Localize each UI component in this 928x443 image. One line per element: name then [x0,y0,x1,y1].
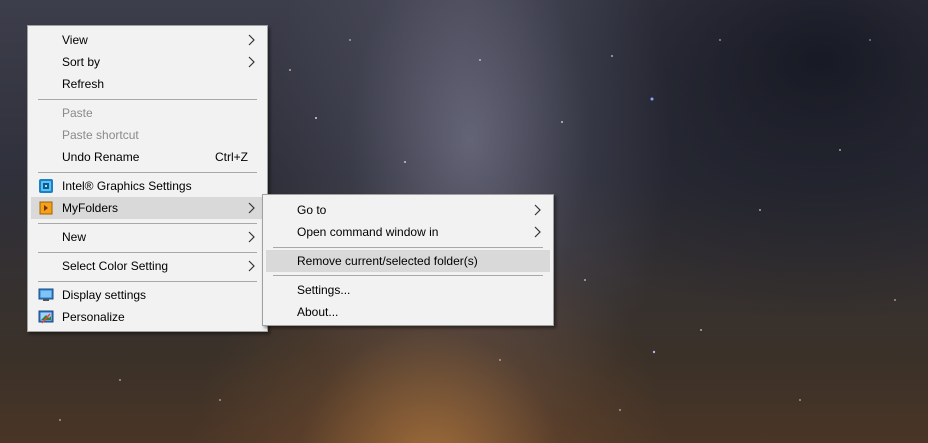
submenu-item-settings-label: Settings... [297,283,351,297]
chevron-right-icon [534,226,541,238]
submenu-item-settings[interactable]: Settings... [266,279,550,301]
menu-item-display-settings-label: Display settings [62,288,147,302]
chevron-right-icon [248,260,255,272]
submenu-item-open-command-window-label: Open command window in [297,225,439,239]
myfolders-submenu: Go to Open command window in Remove curr… [262,194,554,326]
chevron-right-icon [248,202,255,214]
chevron-right-icon [248,34,255,46]
menu-item-undo-rename[interactable]: Undo Rename Ctrl+Z [31,146,264,168]
menu-item-display-settings[interactable]: Display settings [31,284,264,306]
submenu-item-go-to[interactable]: Go to [266,199,550,221]
menu-item-undo-rename-label: Undo Rename [62,150,140,164]
display-settings-icon [38,288,54,301]
chevron-right-icon [534,204,541,216]
chevron-right-icon [248,56,255,68]
menu-item-myfolders-label: MyFolders [62,201,119,215]
menu-item-paste-label: Paste [62,106,93,120]
menu-item-paste-shortcut[interactable]: Paste shortcut [31,124,264,146]
menu-item-view-label: View [62,33,88,47]
menu-separator [38,223,257,224]
desktop-background[interactable]: View Sort by Refresh Paste Paste shortcu… [0,0,928,443]
myfolders-icon [39,201,53,215]
menu-item-refresh[interactable]: Refresh [31,73,264,95]
submenu-item-go-to-label: Go to [297,203,327,217]
desktop-context-menu: View Sort by Refresh Paste Paste shortcu… [27,25,268,332]
submenu-item-about[interactable]: About... [266,301,550,323]
menu-item-new[interactable]: New [31,226,264,248]
submenu-item-about-label: About... [297,305,339,319]
menu-item-select-color-setting[interactable]: Select Color Setting [31,255,264,277]
menu-item-personalize-label: Personalize [62,310,125,324]
menu-separator [38,172,257,173]
menu-separator [273,247,543,248]
menu-item-refresh-label: Refresh [62,77,105,91]
menu-separator [273,275,543,276]
menu-item-sort-by-label: Sort by [62,55,101,69]
personalize-icon [38,310,54,324]
chevron-right-icon [248,231,255,243]
menu-item-myfolders[interactable]: MyFolders [31,197,264,219]
menu-item-select-color-setting-label: Select Color Setting [62,259,169,273]
submenu-item-remove-folder[interactable]: Remove current/selected folder(s) [266,250,550,272]
menu-item-sort-by[interactable]: Sort by [31,51,264,73]
menu-item-view[interactable]: View [31,29,264,51]
menu-item-paste[interactable]: Paste [31,102,264,124]
menu-item-intel-graphics[interactable]: Intel® Graphics Settings [31,175,264,197]
menu-item-new-label: New [62,230,87,244]
menu-item-intel-graphics-label: Intel® Graphics Settings [62,179,192,193]
menu-separator [38,99,257,100]
undo-shortcut-key: Ctrl+Z [215,150,248,164]
menu-separator [38,281,257,282]
menu-item-paste-shortcut-label: Paste shortcut [62,128,139,142]
menu-separator [38,252,257,253]
menu-item-personalize[interactable]: Personalize [31,306,264,328]
intel-graphics-icon [39,179,53,193]
submenu-item-remove-folder-label: Remove current/selected folder(s) [297,254,478,268]
submenu-item-open-command-window[interactable]: Open command window in [266,221,550,243]
